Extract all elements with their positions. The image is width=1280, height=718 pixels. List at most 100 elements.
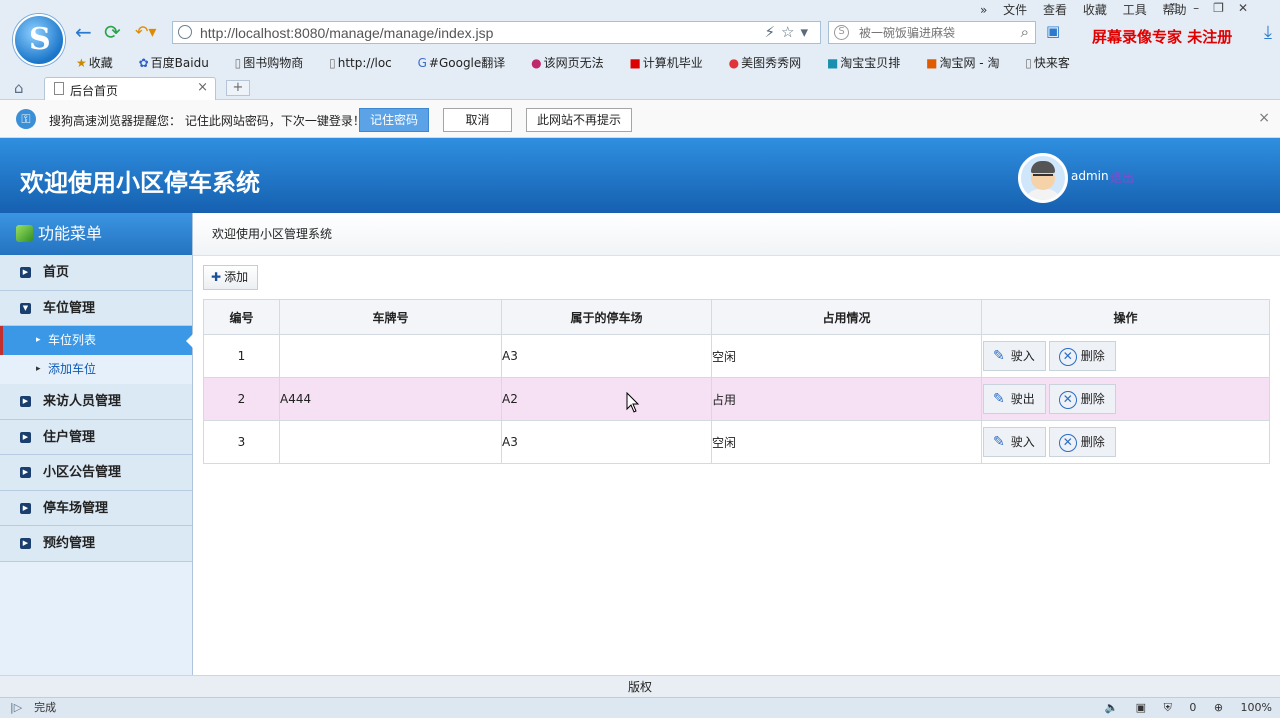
close-button[interactable]: ✕: [1238, 1, 1262, 15]
close-circle-icon: ✕: [1058, 347, 1077, 366]
flash-icon[interactable]: ⚡: [764, 23, 781, 41]
password-save-bar: ⚿ 搜狗高速浏览器提醒您： 记住此网站密码，下次一键登录！ 记住密码 取消 此网…: [0, 100, 1280, 138]
close-circle-icon: ✕: [1058, 390, 1077, 409]
page-icon: [54, 82, 64, 95]
sound-icon[interactable]: 🔈: [1104, 701, 1118, 714]
sidebar-item-visitors[interactable]: ▶ 来访人员管理: [0, 384, 192, 420]
table-row: 2 A444 A2 占用 ✎ 驶出 ✕ 删除: [203, 377, 1270, 421]
bookmark-item[interactable]: ★ 收藏: [76, 56, 124, 70]
cell-actions: ✎ 驶出 ✕ 删除: [981, 377, 1270, 421]
app-header: 欢迎使用小区停车系统 admin 退出: [0, 138, 1280, 213]
close-circle-icon: ✕: [1058, 433, 1077, 452]
cell-status: 空闲: [711, 334, 982, 378]
logout-link[interactable]: 退出: [1110, 169, 1134, 186]
sidebar-subitem-add-space[interactable]: 添加车位: [0, 355, 192, 384]
tab-close-icon[interactable]: ×: [197, 80, 208, 95]
plus-icon: ✚: [211, 270, 222, 284]
bookmark-item[interactable]: ✿ 百度Baidu: [139, 56, 220, 70]
parking-space-table: 编号 车牌号 属于的停车场 占用情况 操作 1 A3 空闲 ✎ 驶入 ✕ 删除 2 A…: [203, 299, 1270, 464]
search-input[interactable]: [859, 25, 1009, 41]
arrow-right-icon: ▶: [20, 431, 31, 443]
arrow-right-icon: ▶: [20, 267, 31, 278]
remember-password-button[interactable]: 记住密码: [359, 108, 430, 132]
password-message: 搜狗高速浏览器提醒您： 记住此网站密码，下次一键登录！: [49, 114, 365, 128]
cell-plate: [279, 420, 502, 464]
sidebar-item-reservations[interactable]: ▶ 预约管理: [0, 526, 192, 562]
window-controls: ♖–❐✕: [1168, 1, 1262, 15]
column-header: 占用情况: [711, 299, 982, 335]
add-button[interactable]: ✚ 添加: [203, 265, 259, 290]
restore-button[interactable]: ❐: [1213, 1, 1238, 15]
bookmark-item[interactable]: ● 该网页无法: [531, 56, 615, 70]
extension-icon[interactable]: ▣: [1046, 22, 1066, 40]
search-box[interactable]: S ⌕: [828, 21, 1036, 44]
home-icon[interactable]: ⌂: [14, 79, 24, 97]
refresh-icon[interactable]: ⟳: [104, 22, 121, 42]
skin-icon[interactable]: ♖: [1168, 1, 1193, 15]
back-icon[interactable]: ←: [75, 22, 92, 42]
delete-button[interactable]: ✕ 删除: [1048, 341, 1116, 371]
sidebar-item-parking-lots[interactable]: ▶ 停车场管理: [0, 490, 192, 526]
url-text[interactable]: http://localhost:8080/manage/manage/inde…: [200, 25, 493, 41]
sidebar-item-notices[interactable]: ▶ 小区公告管理: [0, 455, 192, 491]
sidebar-subitem-space-list[interactable]: 车位列表: [0, 326, 193, 355]
zoom-icon[interactable]: ⊕ 100%: [1214, 701, 1272, 714]
column-header: 车牌号: [279, 299, 502, 335]
column-header: 操作: [981, 299, 1270, 335]
never-prompt-button[interactable]: 此网站不再提示: [526, 108, 633, 132]
table-row: 3 A3 空闲 ✎ 驶入 ✕ 删除: [203, 420, 1270, 464]
bookmark-item[interactable]: ■ 计算机毕业: [629, 56, 713, 70]
star-icon[interactable]: ☆: [781, 23, 800, 41]
bookmark-item[interactable]: ● 美图秀秀网: [729, 56, 813, 70]
cell-plate: [279, 334, 502, 378]
enter-button[interactable]: ✎ 驶入: [983, 427, 1046, 457]
menu-more-icon[interactable]: »: [980, 3, 987, 17]
copyright-text: 版权: [627, 680, 652, 694]
sidebar-item-parking-space[interactable]: ▼ 车位管理: [0, 290, 192, 326]
dropdown-icon[interactable]: ▾: [800, 23, 814, 41]
menu-file[interactable]: 文件: [1003, 3, 1027, 17]
sidebar-toggle-icon[interactable]: |▷: [10, 701, 22, 714]
bookmark-item[interactable]: ▯ 快来客: [1025, 56, 1081, 70]
download-manager-icon[interactable]: ▣: [1136, 701, 1146, 714]
sidebar-item-home[interactable]: ▶ 首页: [0, 255, 192, 291]
menu-favorites[interactable]: 收藏: [1083, 3, 1107, 17]
browser-tab[interactable]: 后台首页 ×: [44, 77, 216, 100]
delete-button[interactable]: ✕ 删除: [1048, 427, 1116, 457]
search-icon[interactable]: ⌕: [1021, 23, 1029, 41]
address-bar[interactable]: http://localhost:8080/manage/manage/inde…: [172, 21, 821, 44]
delete-button[interactable]: ✕ 删除: [1048, 384, 1116, 414]
bookmark-item[interactable]: ▯ 图书购物商: [235, 56, 315, 70]
adblock-icon[interactable]: ⛨ 0: [1164, 701, 1197, 714]
menu-view[interactable]: 查看: [1043, 3, 1067, 17]
menu-tools[interactable]: 工具: [1123, 3, 1147, 17]
sidebar-header: 功能菜单: [0, 213, 192, 255]
cancel-button[interactable]: 取消: [443, 108, 512, 132]
main-content: 欢迎使用小区管理系统 ✚ 添加 编号 车牌号 属于的停车场 占用情况 操作 1 A…: [193, 213, 1280, 675]
undo-icon[interactable]: ↶▾: [135, 22, 156, 42]
bookmark-item[interactable]: ▯ http://loc: [329, 56, 403, 70]
sidebar-item-residents[interactable]: ▶ 住户管理: [0, 419, 192, 455]
close-bar-icon[interactable]: ×: [1258, 110, 1270, 126]
browser-logo[interactable]: S: [13, 14, 65, 66]
exit-button[interactable]: ✎ 驶出: [983, 384, 1046, 414]
download-icon[interactable]: ⤓: [1264, 22, 1272, 43]
cell-id: 3: [203, 420, 280, 464]
cell-actions: ✎ 驶入 ✕ 删除: [981, 334, 1270, 378]
new-tab-button[interactable]: +: [226, 80, 250, 96]
browser-status-bar: |▷ 完成 🔈 ▣ ⛨ 0 ⊕ 100%: [0, 697, 1280, 718]
cell-actions: ✎ 驶入 ✕ 删除: [981, 420, 1270, 464]
watermark-text: 屏幕录像专家 未注册: [1092, 28, 1233, 46]
bookmark-item[interactable]: ■ 淘宝宝贝排: [827, 56, 911, 70]
tab-title: 后台首页: [70, 84, 119, 98]
bookmark-item[interactable]: ■ 淘宝网 - 淘: [926, 56, 1010, 70]
app-title: 欢迎使用小区停车系统: [20, 169, 260, 197]
bookmark-item[interactable]: G #Google翻译: [418, 56, 517, 70]
search-engine-icon[interactable]: S: [834, 25, 849, 40]
enter-button[interactable]: ✎ 驶入: [983, 341, 1046, 371]
address-tools: ⚡☆▾: [764, 23, 814, 41]
table-row: 1 A3 空闲 ✎ 驶入 ✕ 删除: [203, 334, 1270, 378]
minimize-button[interactable]: –: [1193, 1, 1213, 15]
cell-id: 1: [203, 334, 280, 378]
site-info-icon[interactable]: [178, 25, 192, 39]
